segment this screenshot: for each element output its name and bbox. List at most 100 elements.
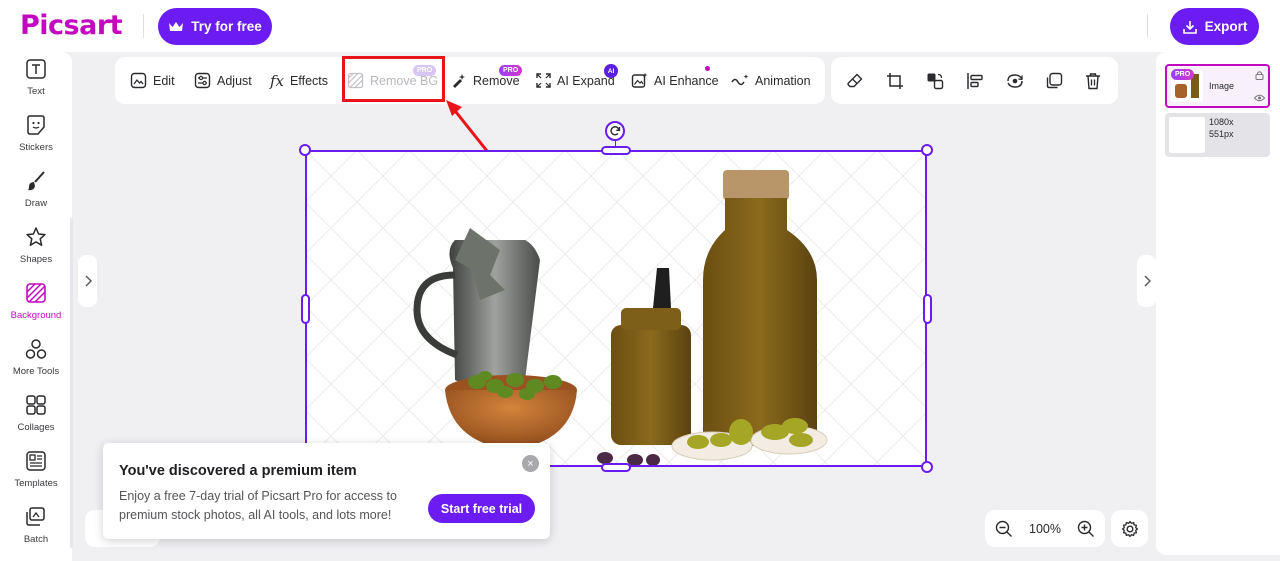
ai-enhance-label: AI Enhance xyxy=(654,73,719,88)
collage-icon xyxy=(23,392,49,418)
sidebar-item-templates[interactable]: Templates xyxy=(0,448,72,498)
eraser-icon xyxy=(847,73,863,88)
sidebar-item-background[interactable]: Background xyxy=(0,280,72,330)
crown-icon xyxy=(169,22,184,31)
collapse-right-panel-button[interactable] xyxy=(1137,255,1156,307)
popup-title: You've discovered a premium item xyxy=(119,463,357,479)
expand-left-panel-button[interactable] xyxy=(78,255,97,307)
popup-body: Enjoy a free 7-day trial of Picsart Pro … xyxy=(119,489,397,522)
text-icon xyxy=(23,56,49,82)
sidebar-item-batch[interactable]: Batch xyxy=(0,504,72,554)
resize-handle-bottom[interactable] xyxy=(601,463,631,472)
fx-icon: fx xyxy=(270,71,285,90)
duplicate-button[interactable] xyxy=(1042,69,1066,93)
resize-handle-top[interactable] xyxy=(601,146,631,155)
resize-handle-left[interactable] xyxy=(301,294,310,324)
resize-handle-bottom-right[interactable] xyxy=(921,461,933,473)
export-label: Export xyxy=(1204,19,1248,34)
sticker-icon xyxy=(23,112,49,138)
ai-badge: AI xyxy=(604,64,618,78)
premium-popup: You've discovered a premium item Enjoy a… xyxy=(103,443,550,539)
effects-tool[interactable]: fx Effects xyxy=(270,57,328,104)
align-button[interactable] xyxy=(963,69,987,93)
sidebar-item-label: Shapes xyxy=(19,254,53,265)
header-divider xyxy=(143,14,144,38)
pro-badge: PRO xyxy=(499,65,523,76)
sidebar-item-more-tools[interactable]: More Tools xyxy=(0,336,72,386)
resize-handle-top-right[interactable] xyxy=(921,144,933,156)
flip-button[interactable] xyxy=(1003,69,1027,93)
zoom-level[interactable]: 100% xyxy=(1029,522,1061,536)
layer-image[interactable]: PRO Image xyxy=(1165,64,1270,108)
eraser-sparkle-icon xyxy=(453,74,465,88)
try-for-free-button[interactable]: Try for free xyxy=(158,8,272,45)
crop-button[interactable] xyxy=(883,69,907,93)
sidebar-item-label: Draw xyxy=(24,198,48,209)
expand-icon xyxy=(536,73,551,88)
sidebar-item-label: Batch xyxy=(23,534,49,545)
zoom-out-icon[interactable] xyxy=(995,520,1013,538)
duplicate-icon xyxy=(1046,72,1063,89)
chevron-right-icon xyxy=(85,275,92,287)
layer-size: 1080x 551px xyxy=(1209,117,1234,139)
export-button[interactable]: Export xyxy=(1170,8,1259,45)
picsart-logo[interactable]: Picsart xyxy=(20,10,123,41)
try-for-free-label: Try for free xyxy=(191,19,262,34)
brush-icon xyxy=(23,168,49,194)
rotate-icon xyxy=(610,126,621,136)
eye-icon[interactable] xyxy=(1254,94,1265,102)
adjust-icon xyxy=(194,72,211,89)
zoom-in-icon[interactable] xyxy=(1077,520,1095,538)
replace-button[interactable] xyxy=(923,69,947,93)
resize-handle-right[interactable] xyxy=(923,294,932,324)
batch-icon xyxy=(23,504,49,530)
sidebar-item-label: Stickers xyxy=(19,142,53,153)
sidebar-item-label: Templates xyxy=(14,478,58,489)
zoom-controls: 100% xyxy=(985,510,1105,547)
ai-expand-tool[interactable]: AI Expand xyxy=(536,57,615,104)
start-free-trial-button[interactable]: Start free trial xyxy=(428,494,535,523)
edit-tool[interactable]: Edit xyxy=(130,57,175,104)
settings-button[interactable] xyxy=(1111,510,1148,547)
header-divider-right xyxy=(1147,14,1148,38)
layer-name: Image xyxy=(1209,81,1235,91)
layer-pro-badge: PRO xyxy=(1171,69,1195,80)
templates-icon xyxy=(23,448,49,474)
animation-tool[interactable]: Animation xyxy=(731,57,811,104)
sidebar-item-label: More Tools xyxy=(12,366,60,377)
adjust-label: Adjust xyxy=(217,73,252,88)
replace-icon xyxy=(927,73,944,90)
left-sidebar: Text Stickers Draw Shapes Background Mor… xyxy=(0,52,73,561)
top-header: Picsart Try for free Export xyxy=(0,0,1280,52)
sidebar-item-draw[interactable]: Draw xyxy=(0,168,72,218)
sidebar-item-shapes[interactable]: Shapes xyxy=(0,224,72,274)
close-icon[interactable]: × xyxy=(522,455,539,472)
ai-enhance-tool[interactable]: AI Enhance xyxy=(631,57,719,104)
resize-handle-top-left[interactable] xyxy=(299,144,311,156)
crop-icon xyxy=(887,73,903,89)
star-icon xyxy=(23,224,49,250)
chevron-right-icon xyxy=(1144,275,1151,287)
rotate-handle[interactable] xyxy=(605,121,625,141)
eraser-button[interactable] xyxy=(843,69,867,93)
adjust-tool[interactable]: Adjust xyxy=(194,57,252,104)
sidebar-item-label: Collages xyxy=(17,422,55,433)
animation-label: Animation xyxy=(755,73,811,88)
sidebar-item-text[interactable]: Text xyxy=(0,56,72,106)
layer-thumbnail xyxy=(1169,117,1205,153)
selection-frame xyxy=(305,150,927,467)
sidebar-scrollbar[interactable] xyxy=(70,218,73,548)
action-toolbar xyxy=(831,57,1118,104)
sidebar-item-stickers[interactable]: Stickers xyxy=(0,112,72,162)
sidebar-item-label: Background xyxy=(10,310,62,321)
flip-rotate-icon xyxy=(1007,74,1023,88)
lock-icon[interactable] xyxy=(1255,70,1264,80)
delete-button[interactable] xyxy=(1081,69,1105,93)
layer-background[interactable]: 1080x 551px xyxy=(1165,113,1270,157)
sidebar-item-collages[interactable]: Collages xyxy=(0,392,72,442)
edit-image-icon xyxy=(130,72,147,89)
gear-icon xyxy=(1121,520,1138,537)
sidebar-item-label: Text xyxy=(27,86,45,97)
download-icon xyxy=(1182,20,1197,34)
new-indicator-dot xyxy=(705,66,710,71)
